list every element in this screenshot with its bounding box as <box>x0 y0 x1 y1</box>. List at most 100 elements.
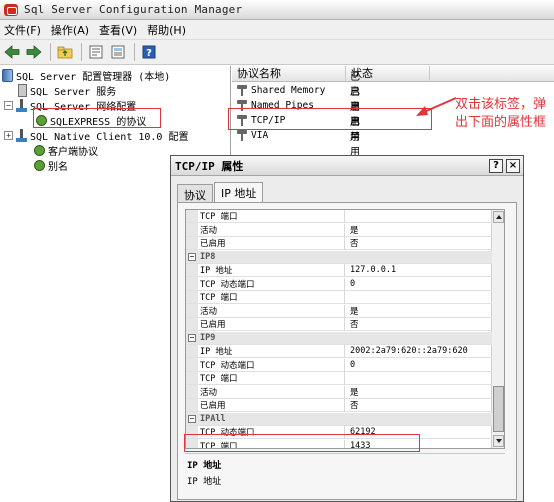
collapse-toggle[interactable]: − <box>4 101 13 110</box>
list-item-shared-memory[interactable]: Shared Memory 已启用 <box>232 72 360 113</box>
property-row[interactable]: IP 地址 2002:2a79:620::2a79:620 <box>186 345 492 358</box>
tab-ip-addresses[interactable]: IP 地址 <box>214 182 264 203</box>
property-value[interactable]: 2002:2a79:620::2a79:620 <box>350 346 468 356</box>
config-manager-icon <box>2 69 13 82</box>
dialog-title: TCP/IP 属性 <box>175 159 244 173</box>
dialog-close-button[interactable]: × <box>506 158 520 173</box>
properties-icon[interactable] <box>86 42 106 62</box>
property-row[interactable]: 活动 是 <box>186 224 492 237</box>
help-icon[interactable]: ? <box>139 42 159 62</box>
forward-arrow-icon[interactable] <box>24 42 44 62</box>
tab-protocol[interactable]: 协议 <box>177 184 213 203</box>
property-row[interactable]: TCP 端口 <box>186 372 492 385</box>
scroll-down-button[interactable] <box>493 435 504 447</box>
property-row[interactable]: TCP 端口 <box>186 291 492 304</box>
tree-root[interactable]: SQL Server 配置管理器 (本地) <box>2 68 170 83</box>
property-name: TCP 动态端口 <box>200 280 255 290</box>
protocol-name: Shared Memory <box>251 85 326 96</box>
annotation-line-2: 出下面的属性框 <box>455 115 547 130</box>
column-divider <box>344 305 345 318</box>
column-divider <box>344 278 345 291</box>
annotation-text: 双击该标签，弹 出下面的属性框 <box>455 96 554 132</box>
category-label: IPAll <box>200 414 226 424</box>
tree-item-client-protocols[interactable]: 客户端协议 <box>34 143 98 158</box>
protocol-icon <box>34 145 45 156</box>
property-value[interactable]: 127.0.0.1 <box>350 265 396 275</box>
column-divider <box>344 359 345 372</box>
property-value[interactable]: 0 <box>350 279 355 289</box>
property-name: TCP 端口 <box>200 374 238 384</box>
property-row[interactable]: 已启用 否 <box>186 318 492 331</box>
property-value[interactable]: 否 <box>350 237 359 249</box>
property-name: 活动 <box>200 307 218 317</box>
window-title: Sql Server Configuration Manager <box>24 3 243 16</box>
property-value[interactable]: 是 <box>350 305 359 317</box>
property-category[interactable]: − IP8 <box>186 251 492 264</box>
back-arrow-icon[interactable] <box>2 42 22 62</box>
alias-icon <box>34 160 45 171</box>
property-row[interactable]: TCP 动态端口 0 <box>186 278 492 291</box>
tree-item-label: SQL Native Client 10.0 配置 <box>30 132 189 143</box>
list-item-via[interactable]: VIA 已禁用 <box>232 117 360 158</box>
tab-panel-ip-addresses: TCP 端口 活动是已启用否 − IP8 IP 地址 127.0.0.1 TCP 动态端口 0… <box>177 202 517 500</box>
toolbar-separator <box>81 43 82 61</box>
property-value[interactable]: 否 <box>350 399 359 411</box>
up-folder-icon[interactable] <box>55 42 75 62</box>
export-list-icon[interactable] <box>108 42 128 62</box>
property-value[interactable]: 否 <box>350 318 359 330</box>
description-text: IP 地址 <box>187 477 222 487</box>
protocol-icon <box>237 130 247 141</box>
tree-item-native-client[interactable]: + SQL Native Client 10.0 配置 <box>4 128 188 143</box>
menu-bar: 文件(F) 操作(A) 查看(V) 帮助(H) <box>0 20 554 40</box>
menu-action[interactable]: 操作(A) <box>49 22 97 38</box>
property-name: 活动 <box>200 226 218 236</box>
dialog-title-bar: TCP/IP 属性 ? × <box>171 156 523 176</box>
property-row[interactable]: 已启用 否 <box>186 237 492 250</box>
config-manager-app-icon <box>4 3 18 16</box>
tree-item-label: SQL Server 服务 <box>30 87 117 98</box>
network-icon <box>16 99 27 112</box>
property-value[interactable]: 0 <box>350 360 355 370</box>
property-name: TCP 动态端口 <box>200 361 255 371</box>
menu-file[interactable]: 文件(F) <box>2 22 49 38</box>
scroll-thumb[interactable] <box>493 386 504 432</box>
property-category[interactable]: − IP9 <box>186 332 492 345</box>
menu-view[interactable]: 查看(V) <box>97 22 145 38</box>
dialog-help-button[interactable]: ? <box>489 158 503 173</box>
category-collapse-toggle[interactable]: − <box>188 253 196 261</box>
property-grid-scrollbar[interactable] <box>491 210 504 448</box>
annotation-arrow-icon <box>416 97 457 116</box>
property-name: TCP 端口 <box>200 293 238 303</box>
property-value[interactable]: 是 <box>350 224 359 236</box>
column-divider <box>344 291 345 304</box>
property-row[interactable]: TCP 端口 <box>186 210 492 223</box>
property-row[interactable]: 活动 是 <box>186 305 492 318</box>
property-row[interactable]: 活动 是 <box>186 386 492 399</box>
property-grid: TCP 端口 活动是已启用否 − IP8 IP 地址 127.0.0.1 TCP 动态端口 0… <box>185 209 505 449</box>
collapse-toggle[interactable]: + <box>4 131 13 140</box>
menu-help[interactable]: 帮助(H) <box>145 22 194 38</box>
property-row[interactable]: IP 地址 127.0.0.1 <box>186 264 492 277</box>
tree-item-services[interactable]: SQL Server 服务 <box>18 83 116 98</box>
tree-item-aliases[interactable]: 别名 <box>34 158 68 173</box>
property-category[interactable]: − IPAll <box>186 413 492 426</box>
tree-root-label: SQL Server 配置管理器 (本地) <box>16 72 171 83</box>
protocol-icon <box>237 85 247 96</box>
property-value[interactable]: 是 <box>350 386 359 398</box>
tree-item-label: 别名 <box>48 162 68 173</box>
category-collapse-toggle[interactable]: − <box>188 415 196 423</box>
property-row[interactable]: TCP 动态端口 0 <box>186 359 492 372</box>
property-row[interactable]: 已启用 否 <box>186 399 492 412</box>
column-divider <box>344 237 345 250</box>
column-protocol-name[interactable]: 协议名称 <box>232 66 346 82</box>
category-label: IP8 <box>200 252 216 262</box>
protocol-name: VIA <box>251 130 269 141</box>
scroll-up-icon <box>496 215 502 219</box>
native-client-icon <box>16 129 27 142</box>
property-name: TCP 端口 <box>200 212 238 222</box>
annotation-box-tree <box>33 108 161 128</box>
column-divider <box>344 264 345 277</box>
category-collapse-toggle[interactable]: − <box>188 334 196 342</box>
column-divider <box>344 399 345 412</box>
scroll-up-button[interactable] <box>493 211 504 223</box>
